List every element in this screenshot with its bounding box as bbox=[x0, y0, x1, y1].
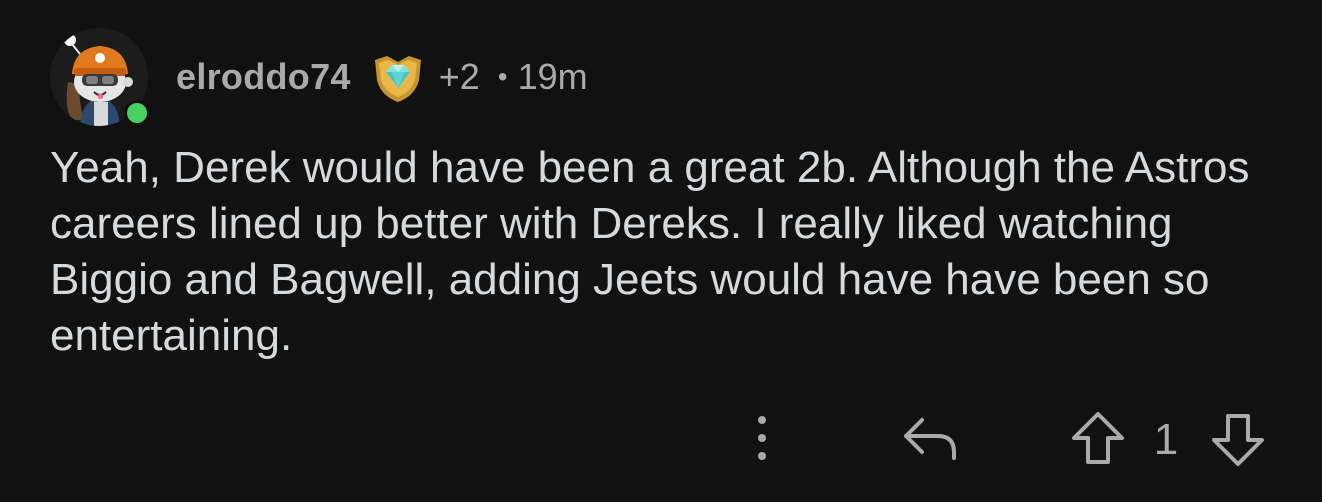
username-link[interactable]: elroddo74 bbox=[176, 56, 351, 98]
comment-body: Yeah, Derek would have been a great 2b. … bbox=[50, 143, 1250, 360]
reply-button[interactable] bbox=[900, 412, 960, 464]
meta-separator: • bbox=[497, 61, 508, 92]
comment-timestamp: 19m bbox=[517, 56, 588, 97]
avatar-container[interactable] bbox=[50, 28, 150, 126]
award-count[interactable]: +2 bbox=[439, 56, 480, 98]
more-options-button[interactable] bbox=[745, 410, 779, 466]
vertical-dots-icon bbox=[758, 416, 766, 460]
comment-card: elroddo74 +2 • 19m Yeah, Derek would hav… bbox=[0, 0, 1322, 502]
vote-score: 1 bbox=[1153, 415, 1179, 464]
downvote-button[interactable] bbox=[1208, 410, 1268, 468]
downvote-arrow-icon bbox=[1212, 414, 1264, 466]
upvote-arrow-icon bbox=[1072, 412, 1124, 464]
diamond-shield-award-icon[interactable] bbox=[371, 50, 425, 104]
online-status-dot bbox=[124, 100, 150, 126]
comment-header: elroddo74 +2 • 19m bbox=[50, 28, 588, 126]
upvote-button[interactable] bbox=[1068, 410, 1128, 468]
reply-arrow-icon bbox=[904, 418, 956, 460]
